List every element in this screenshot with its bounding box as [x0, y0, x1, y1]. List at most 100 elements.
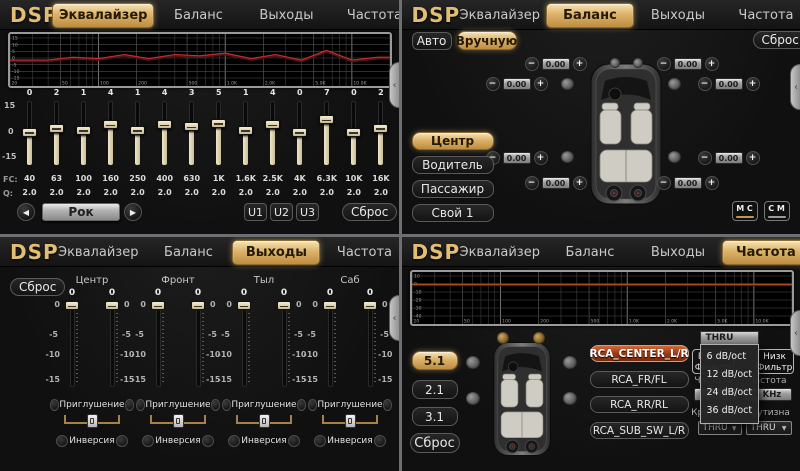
crossover-reset-button[interactable]: Сброс [410, 433, 460, 453]
mute-checkbox-left[interactable] [222, 399, 231, 411]
memory-u2-button[interactable]: U2 [270, 203, 293, 221]
slider-thumb[interactable] [184, 122, 199, 131]
slider-track[interactable] [70, 303, 75, 387]
slider-track[interactable] [196, 303, 201, 387]
slider-thumb[interactable] [346, 128, 361, 137]
slider-thumb[interactable] [105, 301, 119, 310]
mute-checkbox-left[interactable] [50, 399, 59, 411]
output-slider-left[interactable] [150, 301, 166, 387]
mute-checkbox-right[interactable] [383, 399, 392, 411]
eq-band-slider[interactable] [151, 99, 178, 169]
slider-thumb[interactable] [211, 119, 226, 128]
eq-band-slider[interactable] [124, 99, 151, 169]
invert-checkbox-right[interactable] [288, 435, 300, 447]
memory-u3-button[interactable]: U3 [296, 203, 319, 221]
preset-next-button[interactable]: ▶ [124, 203, 142, 221]
balance-reset-button[interactable]: Сброс [753, 31, 800, 49]
plus-button[interactable]: + [534, 77, 548, 91]
link-lock-icon[interactable] [259, 414, 270, 428]
tab-outputs[interactable]: Выходы [242, 2, 330, 28]
mode-5-1-button[interactable]: 5.1 [412, 351, 458, 370]
eq-band-slider[interactable] [97, 99, 124, 169]
invert-checkbox-right[interactable] [374, 435, 386, 447]
balance-preset-driver[interactable]: Водитель [412, 156, 494, 174]
balance-preset-passenger[interactable]: Пассажир [412, 180, 494, 198]
minus-button[interactable]: − [525, 57, 539, 71]
dropdown-option[interactable]: 36 dB/oct [701, 402, 758, 420]
plus-button[interactable]: + [705, 176, 719, 190]
slider-thumb[interactable] [191, 301, 205, 310]
slider-thumb[interactable] [151, 301, 165, 310]
slider-thumb[interactable] [157, 120, 172, 129]
memory-u1-button[interactable]: U1 [244, 203, 267, 221]
invert-checkbox-left[interactable] [228, 435, 240, 447]
minus-button[interactable]: − [525, 176, 539, 190]
slider-track[interactable] [110, 303, 115, 387]
mute-checkbox-right[interactable] [125, 399, 134, 411]
slider-thumb[interactable] [76, 126, 91, 135]
plus-button[interactable]: + [573, 176, 587, 190]
tab-equalizer[interactable]: Эквалайзер [454, 239, 546, 265]
slider-track[interactable] [368, 303, 373, 387]
slider-track[interactable] [328, 303, 333, 387]
minus-button[interactable]: − [698, 77, 712, 91]
tab-outputs[interactable]: Выходы [232, 239, 320, 265]
eq-band-slider[interactable] [367, 99, 394, 169]
slider-thumb[interactable] [130, 126, 145, 135]
slider-thumb[interactable] [238, 126, 253, 135]
output-slider-right[interactable] [362, 301, 378, 387]
plus-button[interactable]: + [746, 77, 760, 91]
channel-rca-rear-button[interactable]: RCA_RR/RL [590, 396, 689, 413]
link-lock-icon[interactable] [87, 414, 98, 428]
balance-auto-button[interactable]: Авто [412, 32, 452, 50]
mode-3-1-button[interactable]: 3.1 [412, 407, 458, 426]
channel-rca-sub-button[interactable]: RCA_SUB_SW_L/R [590, 422, 689, 439]
eq-band-slider[interactable] [43, 99, 70, 169]
slider-thumb[interactable] [292, 128, 307, 137]
tab-frequency[interactable]: Частота [722, 2, 800, 28]
mc-mode-button[interactable]: M C [732, 201, 758, 221]
output-slider-right[interactable] [104, 301, 120, 387]
panel-slide-handle[interactable]: ‹ [790, 64, 800, 110]
minus-button[interactable]: − [657, 57, 671, 71]
slider-thumb[interactable] [49, 124, 64, 133]
tab-balance[interactable]: Баланс [144, 239, 232, 265]
link-lock-icon[interactable] [345, 414, 356, 428]
output-slider-right[interactable] [190, 301, 206, 387]
eq-band-slider[interactable] [232, 99, 259, 169]
eq-band-slider[interactable] [313, 99, 340, 169]
slider-thumb[interactable] [65, 301, 79, 310]
eq-band-slider[interactable] [178, 99, 205, 169]
minus-button[interactable]: − [698, 151, 712, 165]
minus-button[interactable]: − [486, 77, 500, 91]
eq-band-slider[interactable] [340, 99, 367, 169]
invert-checkbox-left[interactable] [314, 435, 326, 447]
tab-frequency[interactable]: Частота [320, 239, 398, 265]
panel-slide-handle[interactable]: ‹ [790, 310, 800, 356]
preset-prev-button[interactable]: ◀ [17, 203, 35, 221]
eq-band-slider[interactable] [205, 99, 232, 169]
slider-thumb[interactable] [363, 301, 377, 310]
output-slider-left[interactable] [236, 301, 252, 387]
dropdown-option[interactable]: 12 dB/oct [701, 366, 758, 384]
plus-button[interactable]: + [534, 151, 548, 165]
plus-button[interactable]: + [746, 151, 760, 165]
tab-balance[interactable]: Баланс [154, 2, 242, 28]
balance-preset-custom1[interactable]: Свой 1 [412, 204, 494, 222]
slider-track[interactable] [282, 303, 287, 387]
dropdown-option[interactable]: 6 dB/oct [701, 348, 758, 366]
mute-checkbox-left[interactable] [136, 399, 145, 411]
eq-preset-display[interactable]: Рок [42, 203, 120, 221]
mode-2-1-button[interactable]: 2.1 [412, 380, 458, 399]
mute-checkbox-left[interactable] [308, 399, 317, 411]
cm-mode-button[interactable]: C M [764, 201, 790, 221]
slider-thumb[interactable] [265, 120, 280, 129]
eq-band-slider[interactable] [70, 99, 97, 169]
invert-checkbox-right[interactable] [202, 435, 214, 447]
slider-thumb[interactable] [22, 128, 37, 137]
mute-checkbox-right[interactable] [211, 399, 220, 411]
minus-button[interactable]: − [657, 176, 671, 190]
tab-equalizer[interactable]: Эквалайзер [52, 239, 144, 265]
slider-thumb[interactable] [373, 124, 388, 133]
balance-preset-center[interactable]: Центр [412, 132, 494, 150]
